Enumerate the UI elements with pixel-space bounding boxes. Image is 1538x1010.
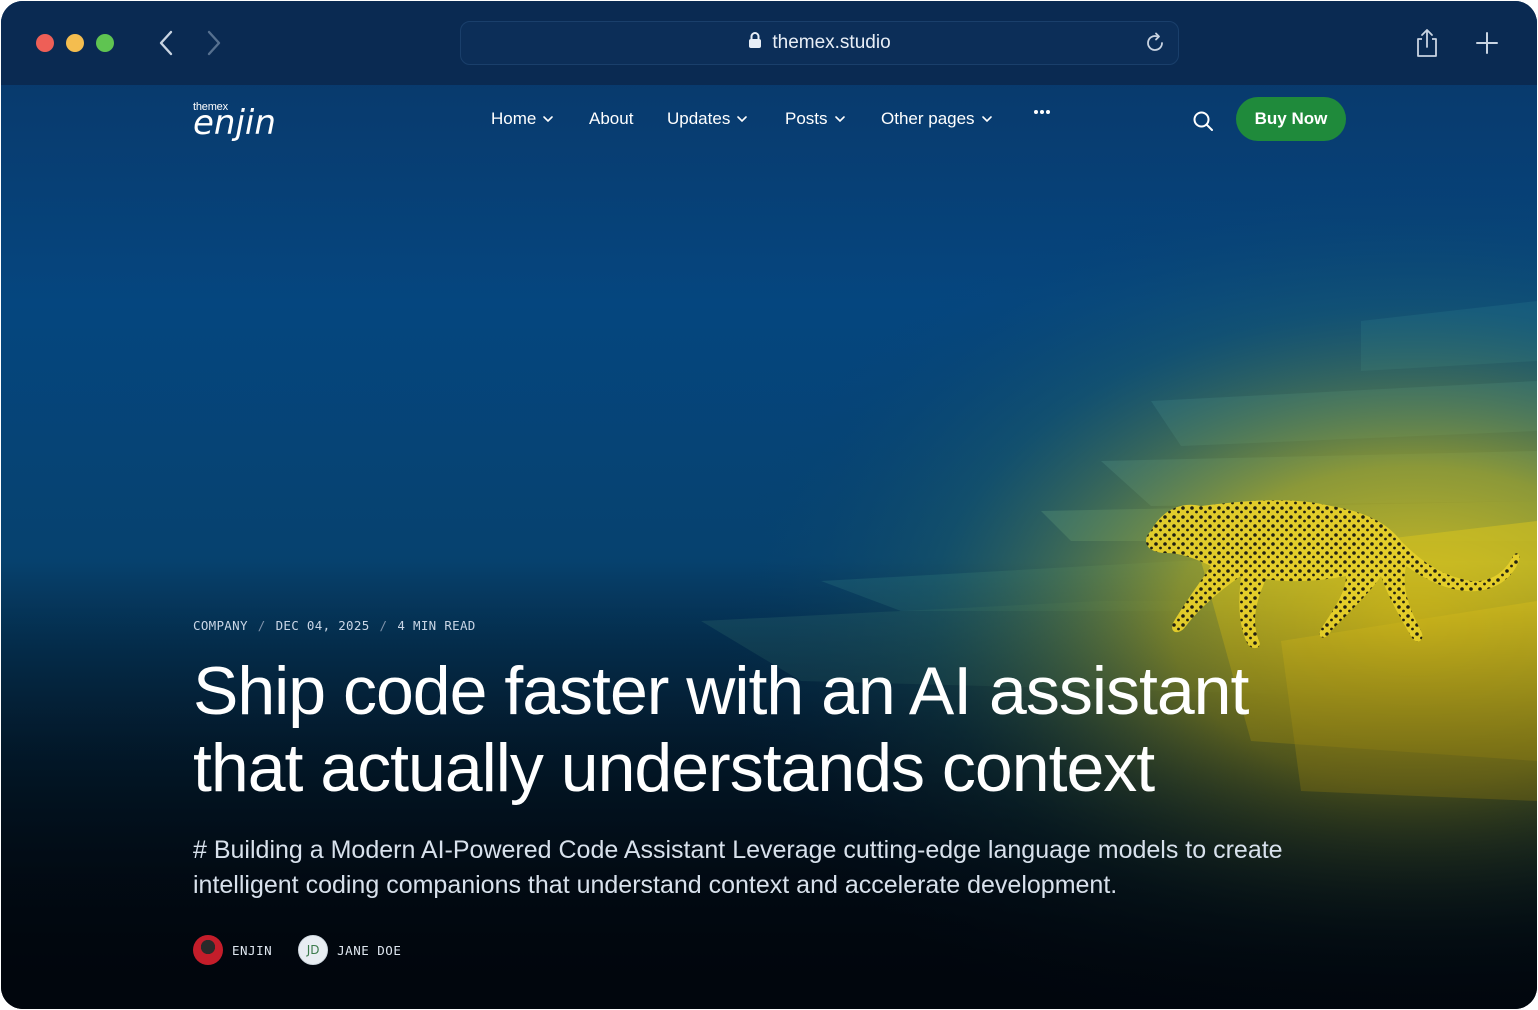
article-title-line-1: Ship code faster with an AI assistant: [193, 653, 1249, 729]
author-name: ENJIN: [232, 942, 273, 958]
meta-separator: /: [379, 618, 388, 633]
forward-icon[interactable]: [199, 27, 229, 59]
minimize-window-button[interactable]: [66, 34, 84, 52]
reload-icon[interactable]: [1144, 32, 1166, 54]
chevron-down-icon: [981, 116, 992, 123]
zoom-window-button[interactable]: [96, 34, 114, 52]
publish-date: DEC 04, 2025: [275, 618, 370, 633]
nav-item-label: Other pages: [881, 109, 975, 128]
nav-item-label: Updates: [667, 109, 731, 128]
ellipsis-icon: [1034, 110, 1050, 114]
article-authors: ENJIN JD JANE DOE: [193, 935, 427, 965]
nav-more-button[interactable]: [1033, 109, 1051, 115]
read-time: 4 MIN READ: [397, 618, 476, 633]
author-jane-doe[interactable]: JD JANE DOE: [298, 935, 401, 965]
chevron-down-icon: [737, 116, 748, 123]
article-title: Ship code faster with an AI assistant th…: [193, 653, 1393, 807]
buy-now-button[interactable]: Buy Now: [1236, 97, 1346, 141]
nav-item-home[interactable]: Home: [491, 109, 554, 129]
site-logo[interactable]: themex enjin: [193, 101, 276, 143]
browser-window: themex.studio themex enjin Home About Up…: [1, 1, 1537, 1009]
search-icon[interactable]: [1191, 109, 1215, 133]
logo-big-text: enjin: [193, 103, 276, 143]
category-link[interactable]: COMPANY: [193, 618, 248, 633]
back-icon[interactable]: [151, 27, 181, 59]
avatar: [193, 935, 223, 965]
nav-item-updates[interactable]: Updates: [667, 109, 748, 129]
nav-item-label: Posts: [785, 109, 828, 128]
new-tab-icon[interactable]: [1473, 29, 1501, 57]
nav-item-label: Home: [491, 109, 537, 128]
author-enjin[interactable]: ENJIN: [193, 935, 272, 965]
close-window-button[interactable]: [36, 34, 54, 52]
chevron-down-icon: [543, 116, 554, 123]
nav-item-about[interactable]: About: [589, 109, 633, 129]
lock-icon: [748, 31, 762, 55]
article-excerpt: # Building a Modern AI-Powered Code Assi…: [193, 836, 1283, 899]
author-name: JANE DOE: [337, 942, 402, 958]
article-title-line-2: that actually understands context: [193, 730, 1155, 806]
article-meta: COMPANY / DEC 04, 2025 / 4 MIN READ: [193, 618, 476, 633]
chevron-down-icon: [834, 116, 845, 123]
nav-item-other-pages[interactable]: Other pages: [881, 109, 993, 129]
meta-separator: /: [257, 618, 266, 633]
nav-item-label: About: [589, 109, 634, 128]
address-bar[interactable]: themex.studio: [460, 21, 1179, 65]
nav-item-posts[interactable]: Posts: [785, 109, 846, 129]
url-text: themex.studio: [772, 32, 891, 53]
share-icon[interactable]: [1413, 27, 1441, 59]
avatar-initials: JD: [298, 935, 329, 965]
